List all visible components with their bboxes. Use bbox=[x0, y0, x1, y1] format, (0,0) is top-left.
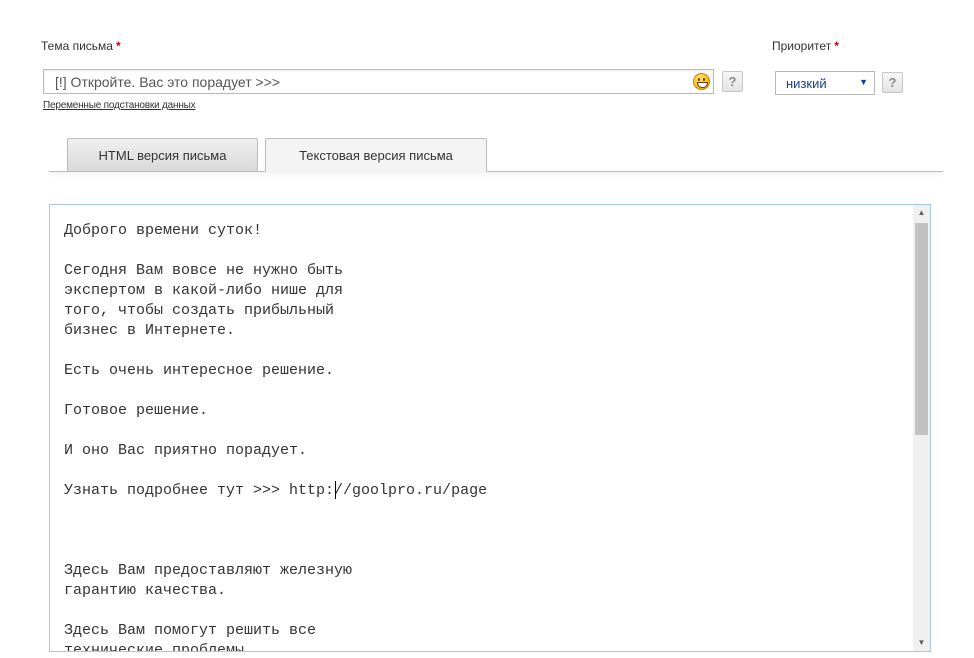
smiley-icon[interactable] bbox=[693, 73, 710, 90]
editor-text[interactable]: Доброго времени суток! Сегодня Вам вовсе… bbox=[64, 221, 487, 651]
tab-text-version[interactable]: Текстовая версия письма bbox=[265, 138, 487, 172]
variables-link[interactable]: Переменные подстановки данных bbox=[43, 100, 196, 111]
tabs-shadow bbox=[49, 172, 943, 178]
priority-required-mark: * bbox=[834, 39, 839, 53]
editor-scrollbar[interactable]: ▲ ▼ bbox=[913, 205, 930, 651]
tab-html-version[interactable]: HTML версия письма bbox=[67, 138, 258, 171]
priority-label-text: Приоритет bbox=[772, 39, 832, 53]
subject-field[interactable] bbox=[43, 69, 714, 94]
chevron-down-icon: ▼ bbox=[859, 77, 868, 87]
subject-label-text: Тема письма bbox=[41, 39, 113, 53]
email-form: Тема письма* Приоритет* ? Переменные под… bbox=[0, 0, 974, 658]
scroll-down-arrow-icon[interactable]: ▼ bbox=[913, 635, 930, 651]
priority-help-button[interactable]: ? bbox=[882, 72, 903, 93]
priority-label: Приоритет * bbox=[772, 39, 839, 53]
text-caret bbox=[335, 481, 336, 499]
scroll-up-arrow-icon[interactable]: ▲ bbox=[913, 205, 930, 221]
text-editor[interactable]: Доброго времени суток! Сегодня Вам вовсе… bbox=[49, 204, 931, 652]
scroll-thumb[interactable] bbox=[915, 223, 928, 435]
subject-input[interactable] bbox=[44, 70, 695, 93]
subject-required-mark: * bbox=[115, 39, 121, 53]
priority-selected-value: низкий bbox=[786, 76, 827, 91]
subject-label: Тема письма * bbox=[41, 39, 121, 53]
subject-help-button[interactable]: ? bbox=[722, 71, 743, 92]
priority-select[interactable]: низкий ▼ bbox=[775, 71, 875, 95]
